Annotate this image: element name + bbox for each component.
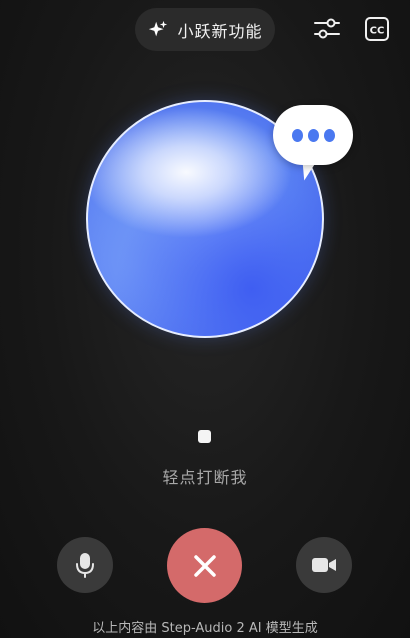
typing-dot bbox=[291, 128, 303, 142]
interrupt-hint: 轻点打断我 bbox=[162, 468, 248, 487]
captions-button[interactable]: CC bbox=[362, 14, 392, 44]
sparkle-icon bbox=[149, 20, 168, 36]
sliders-icon bbox=[314, 18, 340, 39]
video-button[interactable] bbox=[296, 537, 352, 593]
ai-disclaimer: 以上内容由 Step-Audio 2 AI 模型生成 bbox=[92, 621, 318, 636]
speech-bubble bbox=[273, 105, 353, 165]
typing-dot bbox=[307, 128, 319, 142]
end-call-button[interactable] bbox=[167, 528, 242, 603]
video-camera-icon bbox=[312, 558, 336, 572]
microphone-icon bbox=[76, 553, 94, 578]
settings-button[interactable] bbox=[312, 14, 342, 44]
cc-label: CC bbox=[370, 26, 385, 37]
cc-icon: CC bbox=[365, 17, 389, 41]
close-icon bbox=[193, 554, 216, 577]
new-feature-label: 小跃新功能 bbox=[177, 21, 263, 41]
microphone-button[interactable] bbox=[57, 537, 113, 593]
stop-indicator[interactable] bbox=[198, 430, 211, 443]
new-feature-button[interactable]: 小跃新功能 bbox=[135, 8, 275, 51]
typing-dot bbox=[323, 128, 335, 142]
